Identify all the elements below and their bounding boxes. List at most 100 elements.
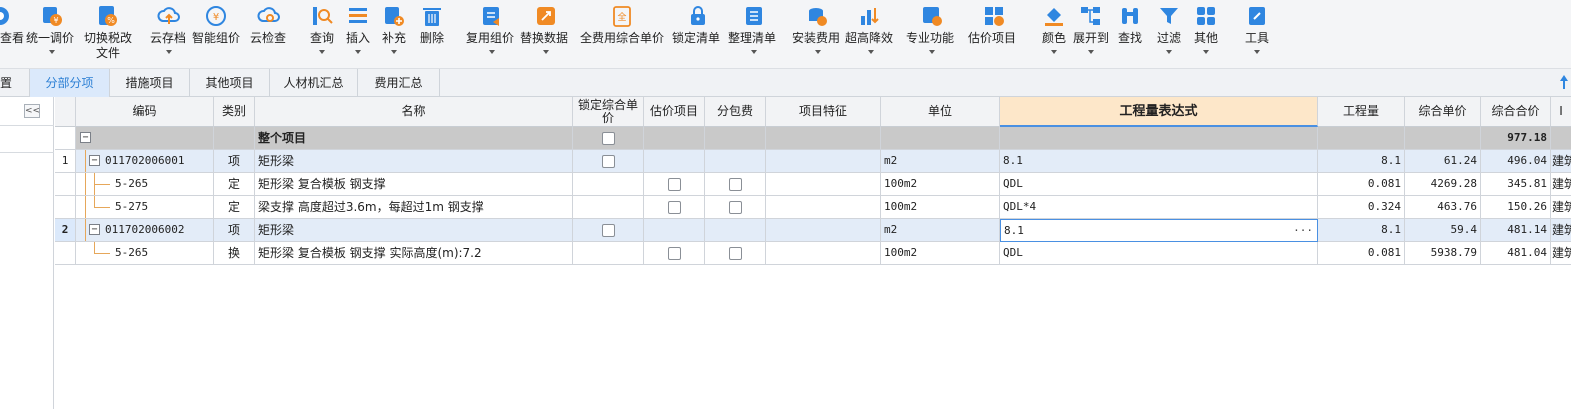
subcontract-cell[interactable] bbox=[705, 196, 766, 219]
tab-labor-material-summary[interactable]: 人材机汇总 bbox=[270, 69, 358, 97]
subcontract-cell[interactable] bbox=[705, 242, 766, 265]
table-row[interactable]: 5-265 定 矩形梁 复合模板 钢支撑 100m2 QDL 0.081 426… bbox=[55, 173, 1571, 196]
extra-cell[interactable]: 建筑 bbox=[1551, 173, 1571, 196]
view-button[interactable]: 查看 bbox=[0, 0, 24, 69]
name-cell[interactable]: 矩形梁 bbox=[255, 150, 573, 173]
lock-price-checkbox[interactable] bbox=[601, 223, 615, 237]
smart-pricing-button[interactable]: ¥ 智能组价 bbox=[192, 0, 244, 69]
estimate-checkbox[interactable] bbox=[667, 177, 681, 191]
subcontract-cell[interactable] bbox=[705, 127, 766, 150]
table-row[interactable]: 5-275 定 梁支撑 高度超过3.6m，每超过1m 钢支撑 100m2 QDL… bbox=[55, 196, 1571, 219]
total-price-cell[interactable]: 481.14 bbox=[1481, 219, 1551, 242]
unit-cell[interactable]: m2 bbox=[881, 150, 1000, 173]
professional-button[interactable]: 专业功能 bbox=[906, 0, 958, 69]
name-cell[interactable]: 梁支撑 高度超过3.6m，每超过1m 钢支撑 bbox=[255, 196, 573, 219]
delete-button[interactable]: 删除 bbox=[418, 0, 446, 69]
lock-price-cell[interactable] bbox=[573, 242, 644, 265]
adjust-price-button[interactable]: ¥ 统一调价 bbox=[26, 0, 78, 69]
subcontract-cell[interactable] bbox=[705, 173, 766, 196]
unit-price-cell[interactable]: 5938.79 bbox=[1405, 242, 1481, 265]
estimate-cell[interactable] bbox=[644, 127, 705, 150]
more-icon[interactable]: ··· bbox=[1293, 220, 1313, 241]
type-cell[interactable]: 定 bbox=[214, 173, 255, 196]
column-header-total-price[interactable]: 综合合价 bbox=[1481, 97, 1551, 127]
quantity-cell[interactable] bbox=[1318, 127, 1405, 150]
color-button[interactable]: 颜色 bbox=[1040, 0, 1068, 69]
subcontract-cell[interactable] bbox=[705, 150, 766, 173]
unit-cell[interactable]: 100m2 bbox=[881, 173, 1000, 196]
replace-data-button[interactable]: 替换数据 bbox=[520, 0, 572, 69]
extra-cell[interactable] bbox=[1551, 127, 1571, 150]
expression-cell[interactable]: QDL bbox=[1000, 173, 1318, 196]
subcontract-checkbox[interactable] bbox=[728, 177, 742, 191]
lock-price-cell[interactable] bbox=[573, 150, 644, 173]
lock-list-button[interactable]: 锁定清单 bbox=[672, 0, 724, 69]
column-header-extra[interactable]: I bbox=[1551, 97, 1571, 127]
type-cell[interactable]: 定 bbox=[214, 196, 255, 219]
tab-measures[interactable]: 措施项目 bbox=[110, 69, 190, 97]
estimate-button[interactable]: 估价项目 bbox=[968, 0, 1020, 69]
full-cost-button[interactable]: 全 全费用综合单价 bbox=[578, 0, 668, 69]
find-button[interactable]: 查找 bbox=[1116, 0, 1144, 69]
features-cell[interactable] bbox=[766, 150, 881, 173]
expression-cell[interactable]: 8.1 bbox=[1000, 150, 1318, 173]
unit-price-cell[interactable]: 61.24 bbox=[1405, 150, 1481, 173]
name-cell[interactable]: 矩形梁 复合模板 钢支撑 bbox=[255, 173, 573, 196]
features-cell[interactable] bbox=[766, 219, 881, 242]
code-cell[interactable]: − 011702006001 bbox=[76, 150, 214, 173]
table-row[interactable]: 1 − 011702006001 项 矩形梁 m2 8.1 8.1 61.24 … bbox=[55, 150, 1571, 173]
unit-cell[interactable]: 100m2 bbox=[881, 242, 1000, 265]
type-cell[interactable]: 项 bbox=[214, 150, 255, 173]
estimate-cell[interactable] bbox=[644, 242, 705, 265]
tab-settings[interactable]: 置 bbox=[0, 69, 30, 97]
features-cell[interactable] bbox=[766, 127, 881, 150]
subcontract-cell[interactable] bbox=[705, 219, 766, 242]
filter-button[interactable]: 过滤 bbox=[1155, 0, 1183, 69]
name-cell[interactable]: 整个项目 bbox=[255, 127, 573, 150]
column-header-code[interactable]: 编码 bbox=[76, 97, 214, 127]
total-price-cell[interactable]: 150.26 bbox=[1481, 196, 1551, 219]
code-cell[interactable]: − 011702006002 bbox=[76, 219, 214, 242]
name-cell[interactable]: 矩形梁 复合模板 钢支撑 实际高度(m):7.2 bbox=[255, 242, 573, 265]
type-cell[interactable]: 项 bbox=[214, 219, 255, 242]
extra-cell[interactable]: 建筑 bbox=[1551, 150, 1571, 173]
estimate-cell[interactable] bbox=[644, 150, 705, 173]
column-header-name[interactable]: 名称 bbox=[255, 97, 573, 127]
code-cell[interactable]: 5-275 bbox=[76, 196, 214, 219]
expression-cell[interactable] bbox=[1000, 127, 1318, 150]
insert-button[interactable]: 插入 bbox=[344, 0, 372, 69]
total-price-cell[interactable]: 496.04 bbox=[1481, 150, 1551, 173]
unit-price-cell[interactable]: 4269.28 bbox=[1405, 173, 1481, 196]
unit-cell[interactable]: 100m2 bbox=[881, 196, 1000, 219]
estimate-cell[interactable] bbox=[644, 196, 705, 219]
supplement-button[interactable]: 补充 bbox=[380, 0, 408, 69]
column-header-lock-price[interactable]: 锁定综合单价 bbox=[573, 97, 644, 127]
lock-price-checkbox[interactable] bbox=[601, 154, 615, 168]
collapse-toggle-icon[interactable]: − bbox=[89, 224, 100, 235]
arrow-up-icon[interactable] bbox=[1559, 74, 1569, 90]
code-cell[interactable]: 5-265 bbox=[76, 173, 214, 196]
table-row[interactable]: 5-265 换 矩形梁 复合模板 钢支撑 实际高度(m):7.2 100m2 Q… bbox=[55, 242, 1571, 265]
quantity-cell[interactable]: 8.1 bbox=[1318, 219, 1405, 242]
total-price-cell[interactable]: 977.18 bbox=[1481, 127, 1551, 150]
expand-to-button[interactable]: 展开到 bbox=[1071, 0, 1111, 69]
features-cell[interactable] bbox=[766, 173, 881, 196]
tax-switch-button[interactable]: % 切换税改 文件 bbox=[82, 0, 134, 69]
expression-cell[interactable]: QDL*4 bbox=[1000, 196, 1318, 219]
unit-price-cell[interactable] bbox=[1405, 127, 1481, 150]
other-button[interactable]: 其他 bbox=[1192, 0, 1220, 69]
code-cell[interactable]: − bbox=[76, 127, 214, 150]
total-price-cell[interactable]: 481.04 bbox=[1481, 242, 1551, 265]
name-cell[interactable]: 矩形梁 bbox=[255, 219, 573, 242]
quantity-cell[interactable]: 0.324 bbox=[1318, 196, 1405, 219]
collapse-toggle-icon[interactable]: − bbox=[89, 155, 100, 166]
estimate-cell[interactable] bbox=[644, 219, 705, 242]
organize-list-button[interactable]: 整理清单 bbox=[728, 0, 780, 69]
estimate-checkbox[interactable] bbox=[667, 246, 681, 260]
column-header-quantity-expression[interactable]: 工程量表达式 bbox=[1000, 97, 1318, 127]
expression-input[interactable]: 8.1 ··· bbox=[1000, 219, 1318, 242]
table-row-total[interactable]: − 整个项目 977.18 bbox=[55, 127, 1571, 150]
type-cell[interactable] bbox=[214, 127, 255, 150]
code-cell[interactable]: 5-265 bbox=[76, 242, 214, 265]
tab-sub-items[interactable]: 分部分项 bbox=[30, 69, 110, 97]
